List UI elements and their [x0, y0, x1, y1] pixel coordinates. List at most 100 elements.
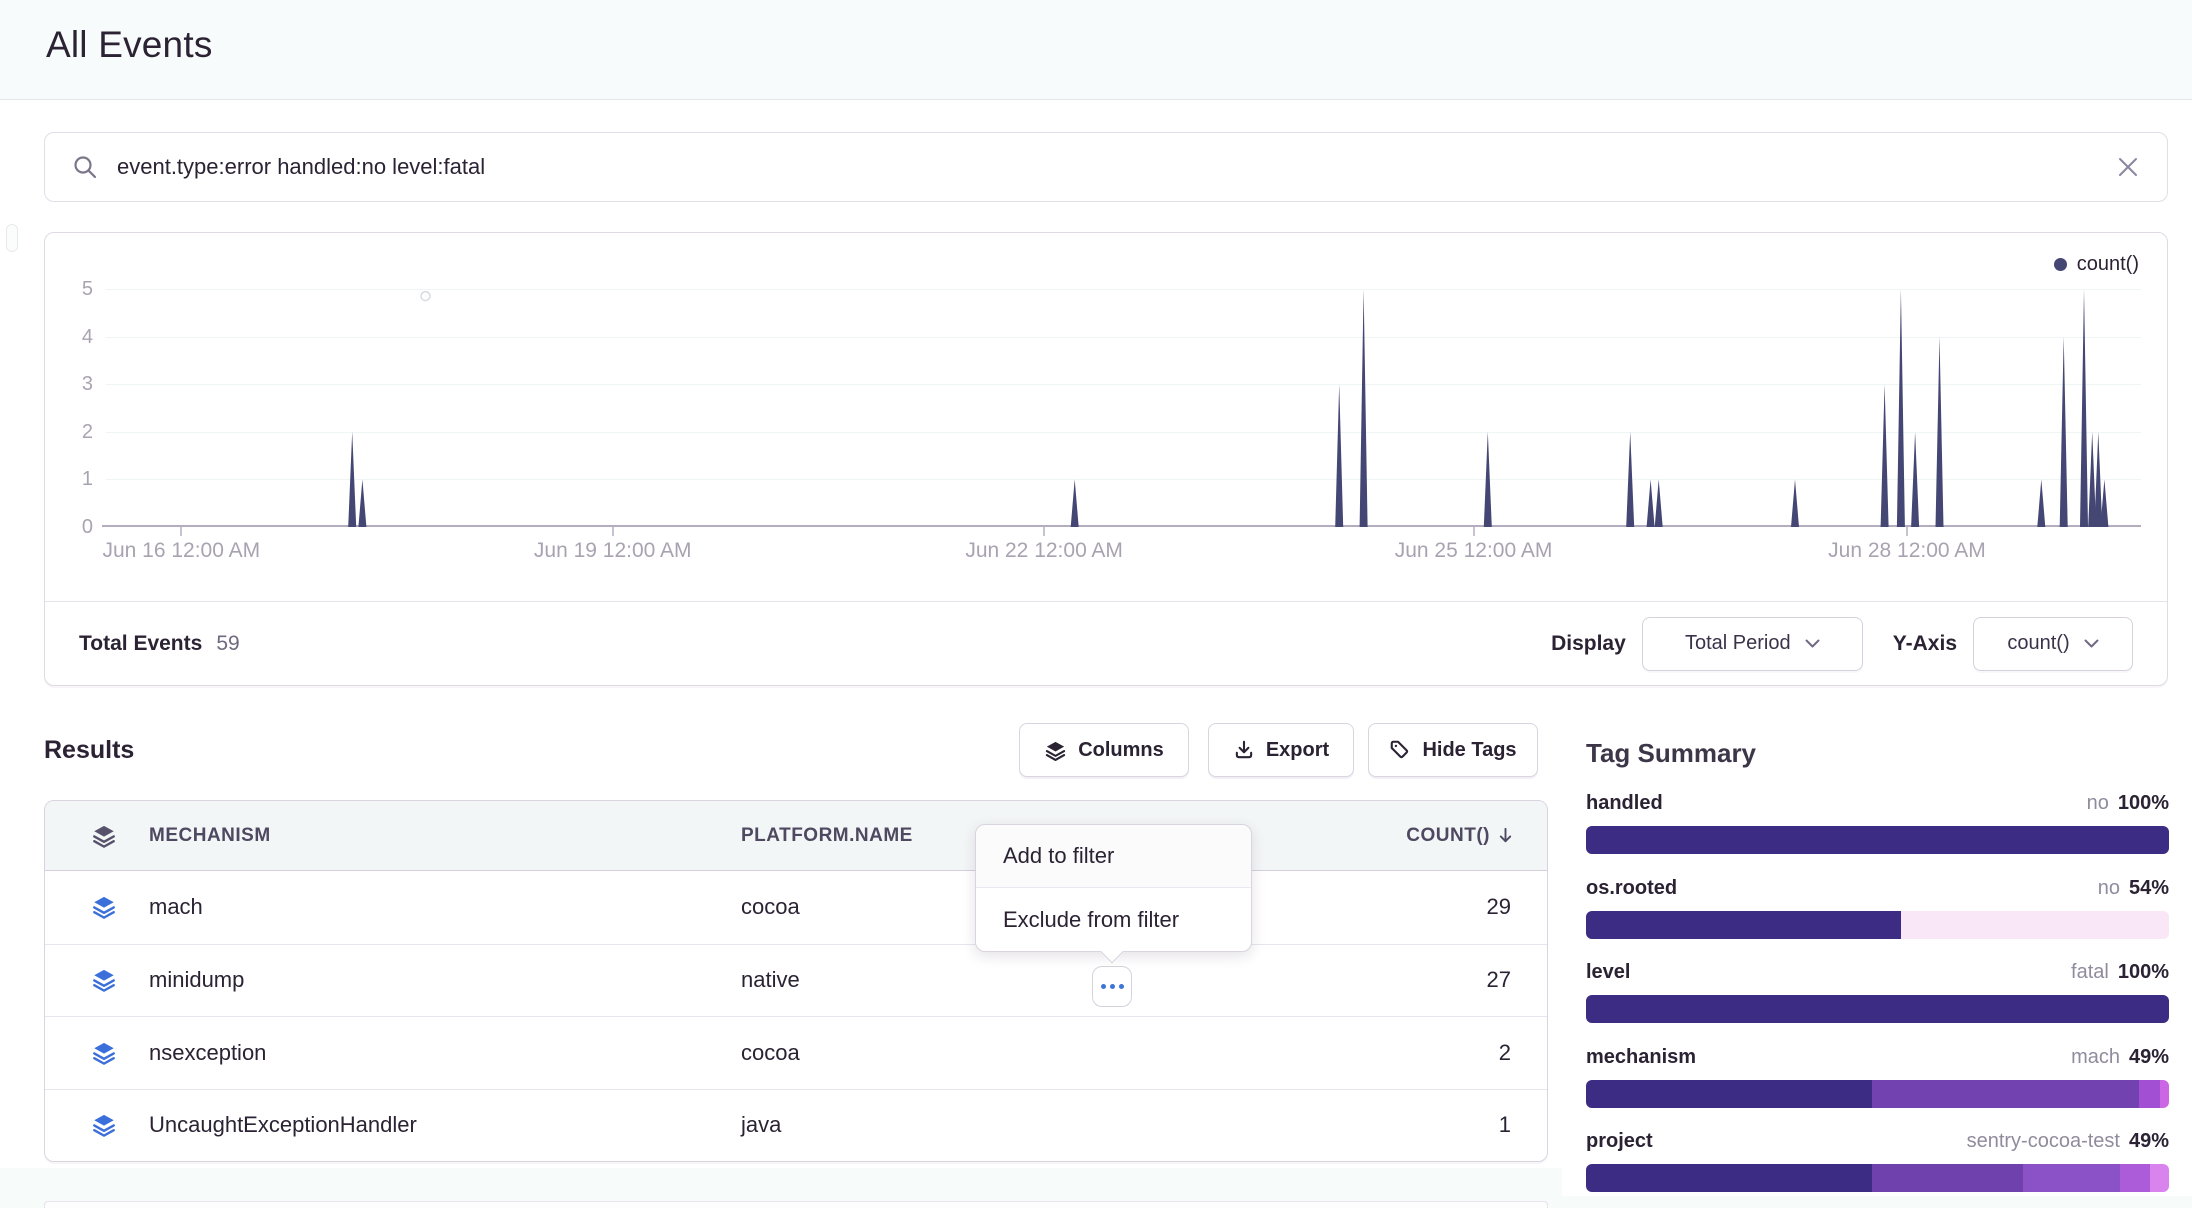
- data-spike[interactable]: [2037, 479, 2045, 527]
- data-spike[interactable]: [1071, 479, 1079, 527]
- tag-bar-segment[interactable]: [1586, 995, 2169, 1023]
- tag-summary-heading: Tag Summary: [1586, 738, 2169, 769]
- tag-bar-segment[interactable]: [2120, 1164, 2150, 1192]
- tag-top-value: fatal: [2071, 960, 2109, 984]
- search-bar[interactable]: event.type:error handled:no level:fatal: [44, 132, 2168, 202]
- table-body: mach cocoa 29 minidump native 27 nsexcep…: [45, 871, 1547, 1161]
- layers-icon: [1044, 739, 1067, 762]
- tag-bar-segment[interactable]: [1872, 1164, 2024, 1192]
- data-spike[interactable]: [348, 432, 356, 527]
- cell-platform[interactable]: native: [741, 967, 1227, 993]
- cell-mechanism[interactable]: UncaughtExceptionHandler: [149, 1112, 741, 1138]
- tag-distribution-bar[interactable]: [1586, 1080, 2169, 1108]
- tag-bar-segment[interactable]: [2139, 1080, 2159, 1108]
- hide-tags-button-label: Hide Tags: [1422, 739, 1516, 762]
- x-axis-tickmark: [1906, 527, 1908, 536]
- table-row[interactable]: nsexception cocoa 2: [45, 1016, 1547, 1089]
- hide-tags-button[interactable]: Hide Tags: [1368, 723, 1538, 777]
- columns-button-label: Columns: [1078, 739, 1164, 762]
- data-spike[interactable]: [1791, 479, 1799, 527]
- data-spike[interactable]: [1897, 289, 1905, 527]
- cell-count[interactable]: 2: [1227, 1040, 1547, 1066]
- tag-bar-segment[interactable]: [1586, 1080, 1872, 1108]
- data-spike[interactable]: [1360, 289, 1368, 527]
- tag-distribution-bar[interactable]: [1586, 1164, 2169, 1192]
- data-spike[interactable]: [1335, 384, 1343, 527]
- data-spike[interactable]: [1911, 432, 1919, 527]
- data-spike[interactable]: [2100, 479, 2108, 527]
- data-spike[interactable]: [2094, 432, 2102, 527]
- tag-summary-item: handled no 100%: [1586, 791, 2169, 854]
- cell-mechanism[interactable]: nsexception: [149, 1040, 741, 1066]
- data-spike[interactable]: [1484, 432, 1492, 527]
- menu-item-add-to-filter[interactable]: Add to filter: [976, 825, 1251, 888]
- tag-distribution-bar[interactable]: [1586, 995, 2169, 1023]
- export-button-label: Export: [1266, 739, 1329, 762]
- x-axis-tickmark: [612, 527, 614, 536]
- tag-bar-segment[interactable]: [2023, 1164, 2120, 1192]
- cell-count[interactable]: 29: [1227, 894, 1547, 920]
- cell-context-menu: Add to filter Exclude from filter: [975, 824, 1252, 952]
- data-spike[interactable]: [2060, 337, 2068, 527]
- tag-bar-segment[interactable]: [1586, 1164, 1872, 1192]
- cell-platform[interactable]: cocoa: [741, 1040, 1227, 1066]
- table-row[interactable]: mach cocoa 29: [45, 871, 1547, 944]
- tag-distribution-bar[interactable]: [1586, 911, 2169, 939]
- cell-mechanism[interactable]: minidump: [149, 967, 741, 993]
- data-spike[interactable]: [1655, 479, 1663, 527]
- tag-summary: Tag Summary handled no 100% os.rooted no…: [1586, 738, 2169, 1208]
- layers-icon: [45, 823, 149, 849]
- legend-dot-icon: [2054, 258, 2067, 271]
- ghost-point: [421, 292, 430, 301]
- table-row[interactable]: UncaughtExceptionHandler java 1: [45, 1089, 1547, 1162]
- tag-top-value: sentry-cocoa-test: [1967, 1129, 2120, 1153]
- tag-bar-segment[interactable]: [1586, 826, 2169, 854]
- layers-icon: [45, 1040, 149, 1066]
- cell-mechanism[interactable]: mach: [149, 894, 741, 920]
- data-spike[interactable]: [358, 479, 366, 527]
- cell-actions-button[interactable]: [1092, 966, 1132, 1007]
- tag-bar-segment[interactable]: [2160, 1080, 2169, 1108]
- display-select[interactable]: Total Period: [1642, 617, 1863, 671]
- data-spike[interactable]: [2080, 289, 2088, 527]
- tag-bar-segment[interactable]: [1586, 911, 1901, 939]
- tag-name: os.rooted: [1586, 876, 1677, 900]
- layers-icon: [45, 967, 149, 993]
- tag-icon: [1389, 739, 1411, 761]
- tag-distribution-bar[interactable]: [1586, 826, 2169, 854]
- count-series-spikes[interactable]: [106, 289, 2141, 527]
- data-spike[interactable]: [1936, 337, 1944, 527]
- search-input[interactable]: event.type:error handled:no level:fatal: [117, 154, 2115, 180]
- tag-bar-segment[interactable]: [1901, 911, 2169, 939]
- table-header-row: MECHANISM PLATFORM.NAME COUNT(): [45, 801, 1547, 871]
- x-axis-tick-label: Jun 16 12:00 AM: [61, 539, 301, 563]
- table-row[interactable]: minidump native 27: [45, 944, 1547, 1017]
- data-spike[interactable]: [1881, 384, 1889, 527]
- x-axis-tick-label: Jun 22 12:00 AM: [924, 539, 1164, 563]
- yaxis-select[interactable]: count(): [1973, 617, 2133, 671]
- chevron-down-icon: [1805, 639, 1820, 648]
- chart-legend[interactable]: count(): [2054, 253, 2139, 276]
- yaxis-select-value: count(): [2007, 632, 2069, 655]
- column-header-mechanism[interactable]: MECHANISM: [149, 825, 741, 847]
- column-header-count[interactable]: COUNT(): [1227, 825, 1547, 847]
- tag-percent: 100%: [2118, 960, 2169, 984]
- cell-platform[interactable]: java: [741, 1112, 1227, 1138]
- columns-button[interactable]: Columns: [1019, 723, 1189, 777]
- page-title: All Events: [46, 24, 213, 66]
- y-axis-tick-label: 3: [45, 372, 93, 396]
- all-events-page: All Events event.type:error handled:no l…: [0, 0, 2192, 1208]
- tag-bar-segment[interactable]: [1872, 1080, 2140, 1108]
- tag-bar-segment[interactable]: [2150, 1164, 2169, 1192]
- cell-count[interactable]: 1: [1227, 1112, 1547, 1138]
- tag-top-value: mach: [2071, 1045, 2120, 1069]
- close-icon[interactable]: [2115, 154, 2141, 180]
- ellipsis-icon: [1101, 984, 1106, 989]
- panel-drag-handle[interactable]: [6, 224, 18, 252]
- export-button[interactable]: Export: [1208, 723, 1354, 777]
- data-spike[interactable]: [1647, 479, 1655, 527]
- cell-count[interactable]: 27: [1227, 967, 1547, 993]
- tag-percent: 54%: [2129, 876, 2169, 900]
- tag-summary-item: os.rooted no 54%: [1586, 876, 2169, 939]
- data-spike[interactable]: [1626, 432, 1634, 527]
